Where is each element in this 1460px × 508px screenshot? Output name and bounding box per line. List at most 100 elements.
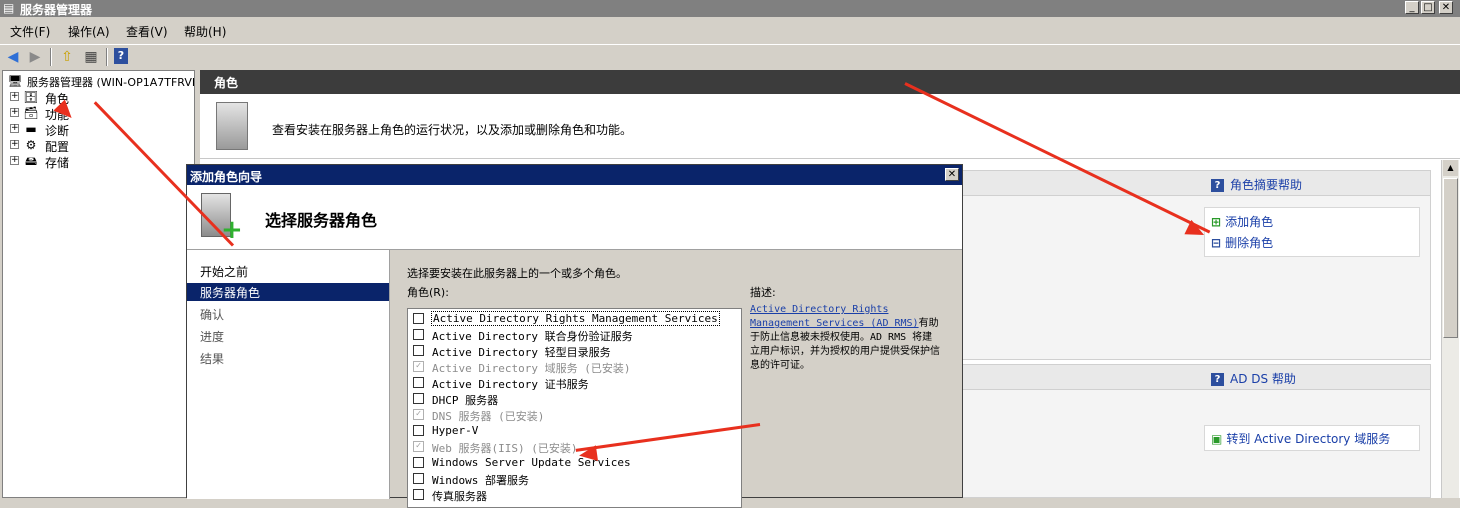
features-icon: 🗃 — [23, 106, 39, 120]
expand-icon[interactable]: + — [10, 92, 19, 101]
role-list-item: ✓ Active Directory 域服务 (已安装) — [408, 359, 741, 375]
diagnostics-icon: ▬ — [25, 122, 37, 136]
forward-arrow-icon[interactable]: ▶ — [26, 48, 44, 66]
instruction-text: 选择要安装在此服务器上的一个或多个角色。 — [407, 267, 627, 280]
role-label: DNS 服务器 (已安装) — [432, 410, 545, 423]
scroll-thumb[interactable] — [1443, 178, 1458, 338]
role-list-item[interactable]: 传真服务器 — [408, 487, 741, 503]
description-link[interactable]: Active Directory Rights Management Servi… — [750, 304, 919, 329]
role-list-item: ✓ DNS 服务器 (已安装) — [408, 407, 741, 423]
dialog-banner: + 选择服务器角色 — [187, 185, 962, 250]
add-roles-link[interactable]: ⊞ 添加角色 — [1211, 213, 1273, 230]
server-icon: 🖥 — [7, 74, 23, 88]
step-confirmation[interactable]: 确认 — [187, 305, 389, 323]
storage-icon: 🖴 — [24, 154, 38, 168]
menu-action[interactable]: 操作(A) — [68, 23, 110, 40]
roles-list-label: 角色(R): — [407, 286, 449, 299]
scroll-up-icon[interactable]: ▲ — [1443, 160, 1458, 176]
step-progress[interactable]: 进度 — [187, 327, 389, 345]
maximize-button[interactable]: □ — [1421, 1, 1435, 14]
minimize-button[interactable]: _ — [1405, 1, 1419, 14]
description-label: 描述: — [750, 286, 776, 299]
tree-item-label: 配置 — [45, 140, 70, 154]
show-hide-tree-icon[interactable]: ▦ — [82, 48, 100, 66]
up-folder-icon[interactable]: ⇧ — [58, 48, 76, 66]
help-icon[interactable]: ? — [114, 48, 128, 64]
role-list-item[interactable]: Active Directory 证书服务 — [408, 375, 741, 391]
role-checkbox: ✓ — [413, 441, 424, 452]
step-server-roles[interactable]: 服务器角色 — [187, 283, 389, 301]
role-label: Hyper-V — [432, 424, 479, 437]
expand-icon[interactable]: + — [10, 140, 19, 149]
intro-text: 查看安装在服务器上角色的运行状况，以及添加或删除角色和功能。 — [272, 123, 633, 137]
vertical-scrollbar[interactable]: ▲ — [1441, 160, 1459, 498]
help-icon: ? — [1211, 179, 1224, 192]
role-checkbox[interactable] — [413, 425, 424, 436]
step-before-you-begin[interactable]: 开始之前 — [187, 262, 389, 280]
role-checkbox[interactable] — [413, 313, 424, 324]
roles-actions-box: ⊞ 添加角色 ⊟ 删除角色 — [1204, 207, 1420, 257]
role-list-item[interactable]: Windows Server Update Services — [408, 455, 741, 471]
dialog-title-bar: 添加角色向导 ✕ — [187, 165, 962, 185]
window-title: 服务器管理器 — [20, 3, 93, 17]
role-list-item[interactable]: Hyper-V — [408, 423, 741, 439]
help-icon: ? — [1211, 373, 1224, 386]
ad-ds-help-link[interactable]: ? AD DS 帮助 — [1211, 370, 1296, 387]
console-tree: 🖥 服务器管理器 (WIN-OP1A7TFRVI + 🗄 角色 + 🗃 功能 +… — [2, 70, 195, 498]
role-checkbox: ✓ — [413, 361, 424, 372]
roles-icon: 🗄 — [23, 90, 39, 104]
step-results[interactable]: 结果 — [187, 349, 389, 367]
app-icon: ▤ — [3, 1, 15, 15]
dialog-close-button[interactable]: ✕ — [945, 168, 959, 181]
annotation-arrowhead — [577, 445, 599, 464]
role-checkbox[interactable] — [413, 489, 424, 500]
back-arrow-icon[interactable]: ◀ — [4, 48, 22, 66]
configuration-icon: ⚙ — [25, 138, 37, 152]
role-label: Active Directory 域服务 (已安装) — [432, 362, 631, 375]
role-checkbox[interactable] — [413, 457, 424, 468]
roles-header-title: 角色 — [214, 76, 239, 90]
role-list-item[interactable]: Active Directory Rights Management Servi… — [408, 311, 741, 327]
tree-item-label: 存储 — [45, 156, 70, 170]
section-header — [961, 365, 1430, 390]
role-label: 传真服务器 — [432, 490, 487, 503]
role-checkbox: ✓ — [413, 409, 424, 420]
role-label: Active Directory 联合身份验证服务 — [432, 330, 633, 343]
dialog-title: 添加角色向导 — [190, 170, 263, 184]
expand-icon[interactable]: + — [10, 156, 19, 165]
close-button[interactable]: ✕ — [1439, 1, 1453, 14]
remove-roles-link[interactable]: ⊟ 删除角色 — [1211, 234, 1273, 251]
role-list-item[interactable]: Active Directory 联合身份验证服务 — [408, 327, 741, 343]
add-roles-icon: ⊞ — [1211, 215, 1222, 229]
roles-summary-help-link[interactable]: ? 角色摘要帮助 — [1211, 176, 1302, 193]
menu-view[interactable]: 查看(V) — [126, 23, 168, 40]
role-checkbox[interactable] — [413, 393, 424, 404]
role-label: Active Directory 证书服务 — [432, 378, 589, 391]
role-list-item: ✓ Web 服务器(IIS) (已安装) — [408, 439, 741, 455]
expand-icon[interactable]: + — [10, 124, 19, 133]
dialog-heading: 选择服务器角色 — [265, 211, 378, 230]
role-checkbox[interactable] — [413, 345, 424, 356]
menu-help[interactable]: 帮助(H) — [184, 23, 226, 40]
toolbar: ◀ ▶ ⇧ ▦ ? — [0, 44, 1460, 69]
remove-roles-icon: ⊟ — [1211, 236, 1222, 250]
role-checkbox[interactable] — [413, 329, 424, 340]
toolbar-separator — [50, 48, 52, 66]
menu-file[interactable]: 文件(F) — [10, 23, 50, 40]
server-roles-icon — [216, 102, 248, 150]
section-header — [961, 171, 1430, 196]
window-title-bar: ▤ 服务器管理器 _ □ ✕ — [0, 0, 1460, 17]
role-checkbox[interactable] — [413, 473, 424, 484]
role-label: Active Directory Rights Management Servi… — [431, 311, 720, 326]
roles-header: 角色 — [200, 70, 1460, 94]
add-roles-wizard-dialog: 添加角色向导 ✕ + 选择服务器角色 开始之前 服务器角色 确认 进度 结果 选… — [186, 164, 963, 508]
role-list-item[interactable]: Windows 部署服务 — [408, 471, 741, 487]
expand-icon[interactable]: + — [10, 108, 19, 117]
tree-item-label: 诊断 — [45, 124, 70, 138]
role-list-item[interactable]: DHCP 服务器 — [408, 391, 741, 407]
ad-ds-section: ? AD DS 帮助 ▣ 转到 Active Directory 域服务 — [960, 364, 1431, 498]
goto-icon: ▣ — [1211, 432, 1223, 446]
role-list-item[interactable]: Active Directory 轻型目录服务 — [408, 343, 741, 359]
goto-ad-ds-link[interactable]: ▣ 转到 Active Directory 域服务 — [1211, 430, 1390, 447]
role-checkbox[interactable] — [413, 377, 424, 388]
